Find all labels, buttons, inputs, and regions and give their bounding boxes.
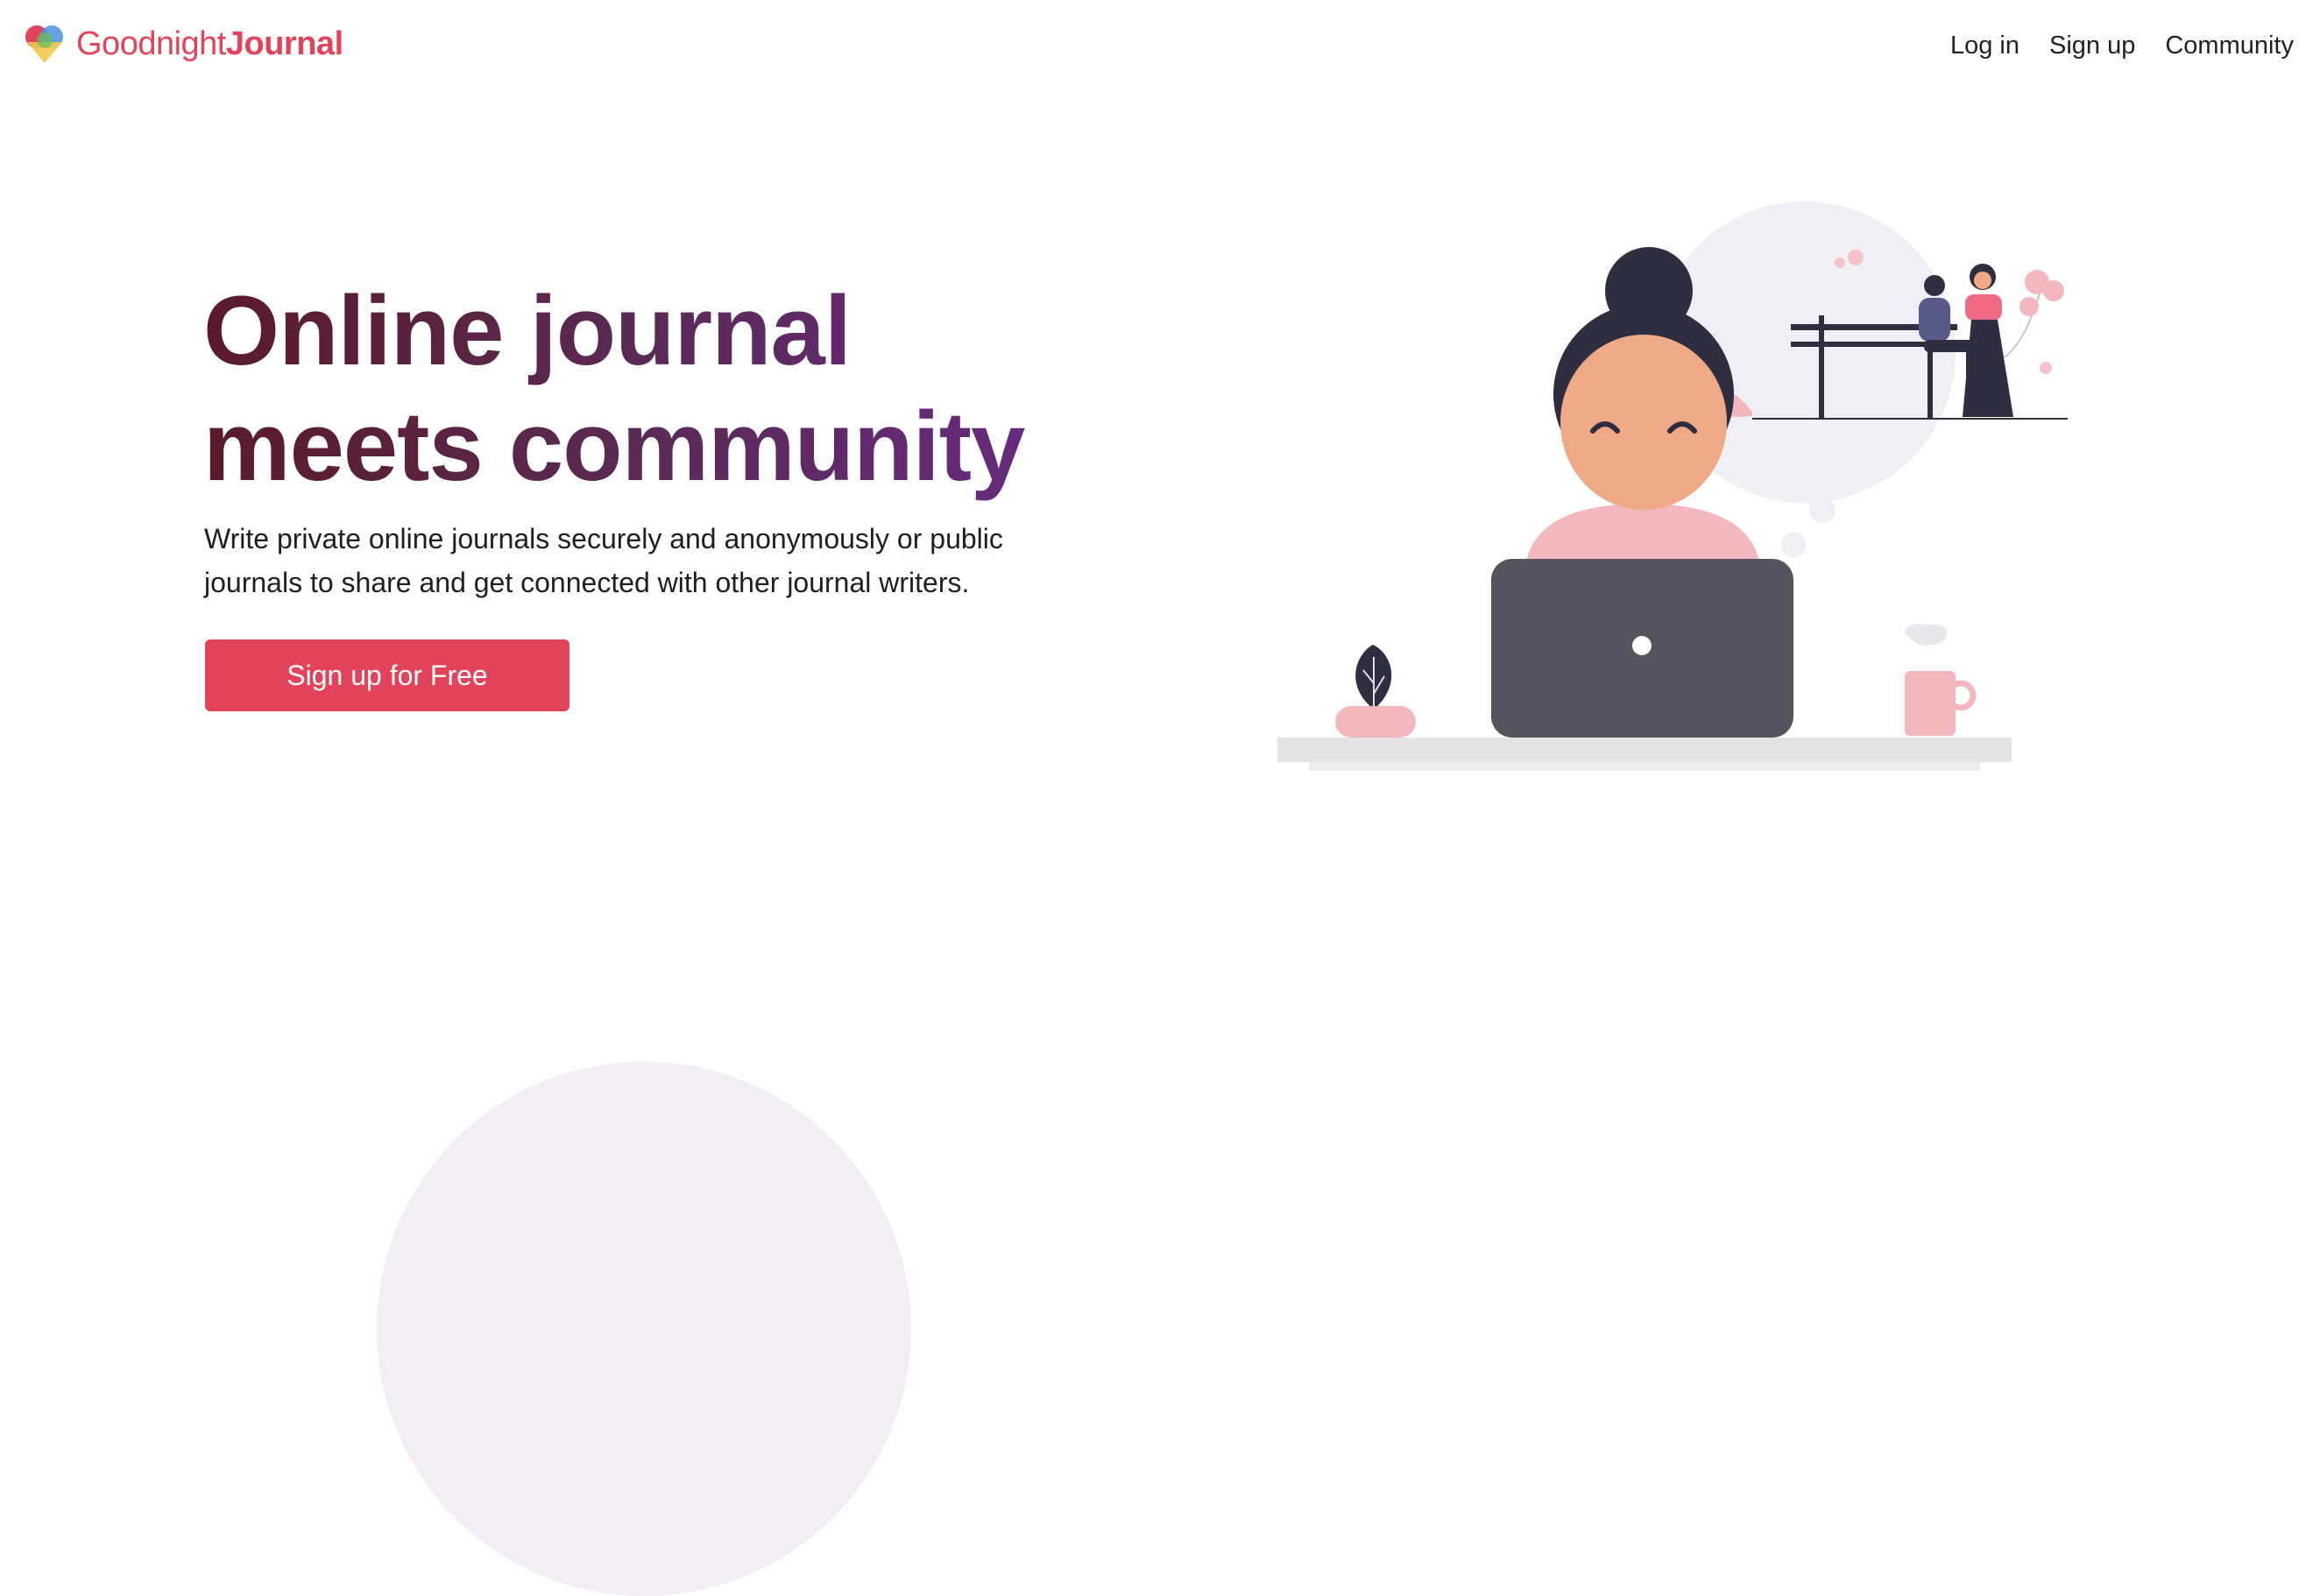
thought-dot-small xyxy=(1781,533,1806,557)
mug-steam xyxy=(1905,624,1948,646)
hero-title: Online journal meets community xyxy=(203,273,1167,505)
nav-signup-link[interactable]: Sign up xyxy=(2049,32,2135,60)
face xyxy=(1560,335,1727,510)
plant-pot xyxy=(1335,706,1416,738)
desk-shadow xyxy=(1309,762,1980,771)
heart-logo-icon xyxy=(25,25,63,63)
hero-title-line1: Online journal xyxy=(203,276,851,385)
signup-free-button[interactable]: Sign up for Free xyxy=(205,639,569,711)
woman-top xyxy=(1965,294,2002,321)
hero-title-line2: meets community xyxy=(203,392,1025,501)
desk-top xyxy=(1277,738,2012,762)
bubble-deco-1 xyxy=(1848,250,1864,265)
man-head xyxy=(1924,275,1945,296)
logo-word-journal: Journal xyxy=(225,25,343,62)
woman-face xyxy=(1974,272,1991,289)
logo-text: GoodnightJournal xyxy=(76,25,343,63)
background-blob xyxy=(377,1062,911,1596)
logo-word-goodnight: Goodnight xyxy=(76,25,226,62)
hero-subtitle: Write private online journals securely a… xyxy=(204,523,1003,598)
thought-dot-large xyxy=(1809,497,1835,523)
top-bar: GoodnightJournal Log in Sign up Communit… xyxy=(0,0,2320,96)
hero-illustration xyxy=(1277,201,2068,771)
bubble-deco-2 xyxy=(1835,258,1845,268)
bench-leg-left xyxy=(1819,315,1824,419)
balloon-2 xyxy=(2043,280,2064,301)
nav-login-link[interactable]: Log in xyxy=(1950,32,2019,60)
logo[interactable]: GoodnightJournal xyxy=(22,21,343,67)
bench-leg-right xyxy=(1927,350,1933,419)
balloon-3 xyxy=(2019,297,2039,316)
main-nav: Log in Sign up Community xyxy=(1950,32,2294,60)
laptop-logo xyxy=(1632,636,1652,655)
nav-community-link[interactable]: Community xyxy=(2165,32,2294,60)
man-body xyxy=(1919,298,1950,342)
woman-dress xyxy=(1963,320,2013,417)
bubble-deco-3 xyxy=(2040,362,2052,374)
